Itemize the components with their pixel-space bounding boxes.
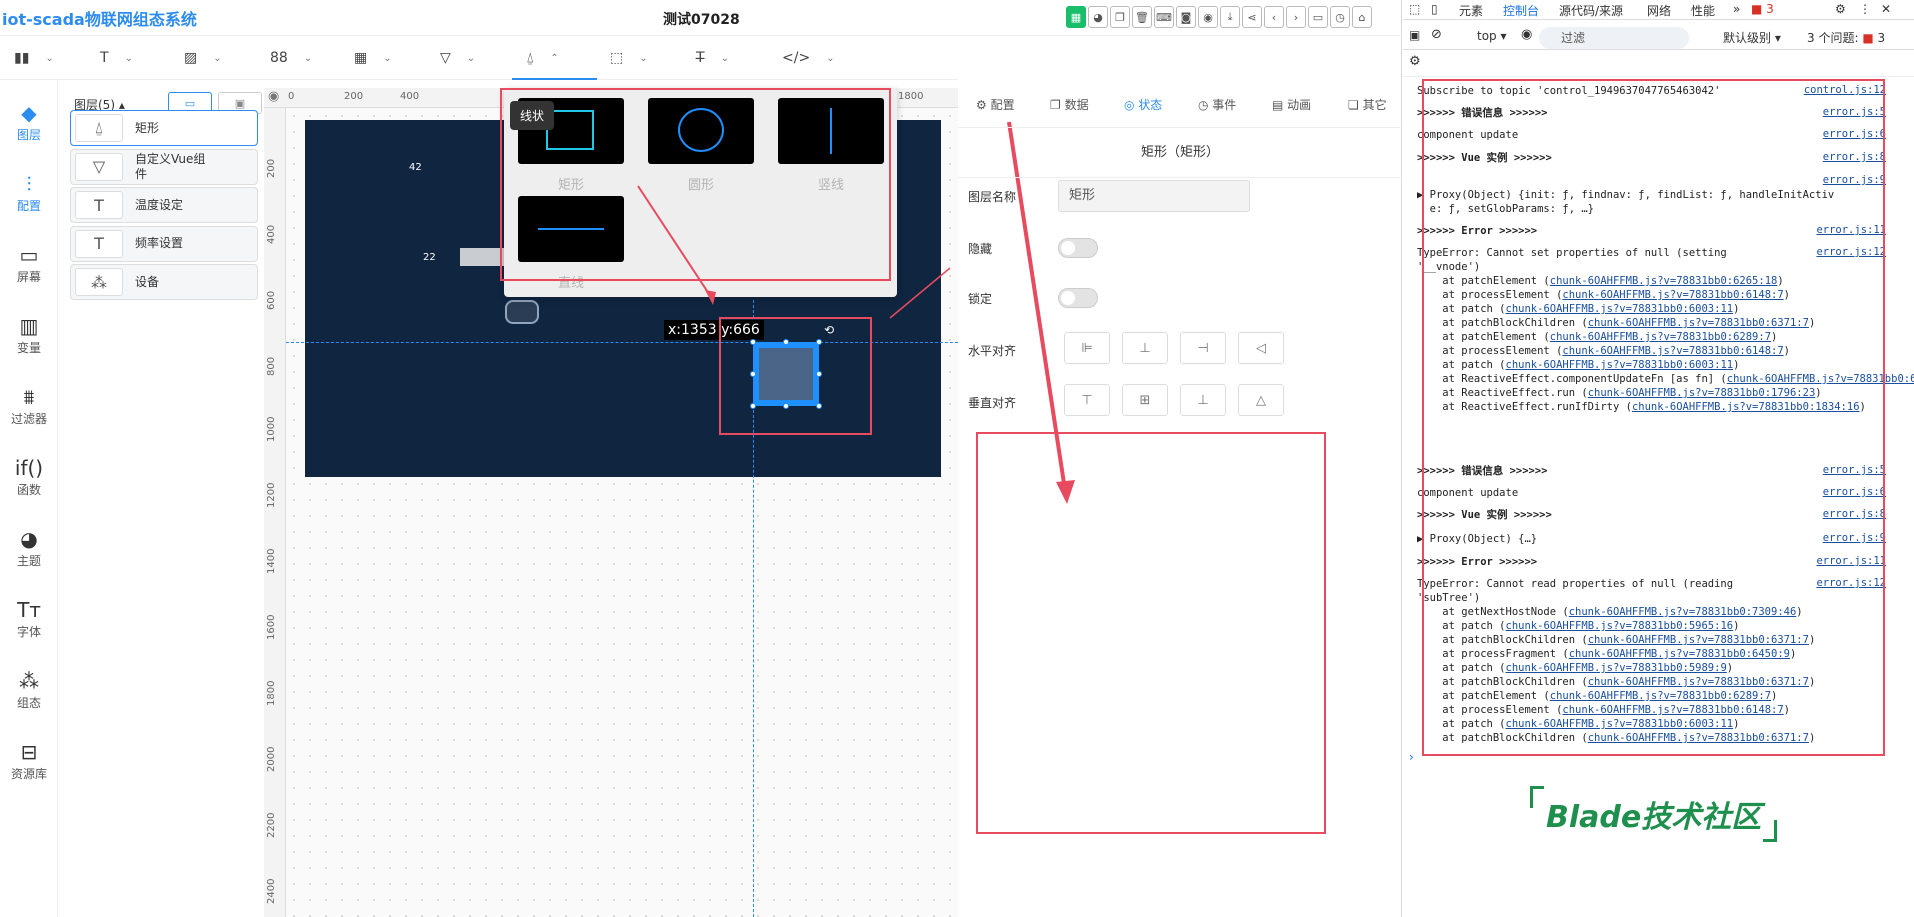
h-align-label: 水平对齐 (968, 344, 1017, 358)
console-prompt[interactable]: › (1409, 750, 1414, 764)
tab-elements[interactable]: 元素 (1459, 2, 1483, 19)
align-left-button[interactable]: ⊫ (1064, 332, 1110, 364)
tab-data[interactable]: ❐ 数据 (1050, 96, 1089, 113)
tab-state[interactable]: ◎ 状态 (1124, 96, 1162, 113)
properties-panel: ⚙ 配置 ❐ 数据 ◎ 状态 ◷ 事件 ▤ 动画 ❏ 其它 矩形（矩形） 图层名… (958, 80, 1402, 917)
tab-performance[interactable]: 性能 (1691, 2, 1715, 19)
clear-icon[interactable]: ⊘ (1431, 27, 1442, 42)
sidebar-icon[interactable]: ▣ (1409, 28, 1420, 42)
layer-name-label: 图层名称 (968, 190, 1017, 204)
hide-toggle[interactable] (1058, 238, 1098, 258)
error-badge[interactable]: ■ 3 (1751, 2, 1774, 16)
lock-label: 锁定 (968, 292, 993, 306)
settings-icon[interactable]: ⚙ (1835, 2, 1846, 16)
tab-config[interactable]: ⚙ 配置 (976, 96, 1015, 113)
console-filter-input[interactable]: 过滤 (1539, 27, 1689, 49)
tab-console[interactable]: 控制台 (1503, 2, 1539, 19)
context-select[interactable]: top ▾ (1477, 29, 1507, 43)
hide-label: 隐藏 (968, 242, 993, 256)
align-center-button[interactable]: ⊥ (1122, 332, 1168, 364)
annotation-box (1422, 79, 1885, 756)
v-align-label: 垂直对齐 (968, 396, 1017, 410)
tab-other[interactable]: ❏ 其它 (1348, 96, 1387, 113)
close-icon[interactable]: ✕ (1881, 2, 1891, 16)
more-tabs-icon[interactable]: » (1733, 2, 1740, 16)
device-toggle-icon[interactable]: ▯ (1431, 2, 1438, 16)
tab-animation[interactable]: ▤ 动画 (1272, 96, 1311, 113)
devtools-tabs: ⬚ ▯ 元素 控制台 源代码/来源 网络 性能 » ■ 3 ⚙ ⋮ ✕ (1403, 0, 1914, 20)
divider (1403, 76, 1914, 77)
eye-icon[interactable]: ◉ (1521, 27, 1532, 42)
lock-toggle[interactable] (1058, 288, 1098, 308)
distribute-h-button[interactable]: ◁ (1238, 332, 1284, 364)
scada-editor: iot-scada物联网组态系统 测试07028 ▦ ◕ ❐ 🗑 ⌨ ◙ ◉ ⤓… (0, 0, 1402, 917)
distribute-v-button[interactable]: △ (1238, 384, 1284, 416)
annotation-box (976, 432, 1326, 834)
watermark-logo: Blade技术社区 (1530, 786, 1778, 842)
tab-network[interactable]: 网络 (1647, 2, 1671, 19)
align-middle-button[interactable]: ⊞ (1122, 384, 1168, 416)
more-icon[interactable]: ⋮ (1859, 2, 1871, 16)
tab-sources[interactable]: 源代码/来源 (1559, 2, 1623, 19)
align-right-button[interactable]: ⊣ (1180, 332, 1226, 364)
settings-icon[interactable]: ⚙ (1409, 54, 1421, 69)
layer-name-input[interactable]: 矩形 (1058, 180, 1250, 212)
log-level-select[interactable]: 默认级别 ▾ (1723, 29, 1781, 46)
inspect-icon[interactable]: ⬚ (1409, 2, 1420, 16)
props-heading: 矩形（矩形） (958, 128, 1402, 178)
tab-event[interactable]: ◷ 事件 (1198, 96, 1236, 113)
align-top-button[interactable]: ⊤ (1064, 384, 1110, 416)
props-tabs: ⚙ 配置 ❐ 数据 ◎ 状态 ◷ 事件 ▤ 动画 ❏ 其它 (958, 80, 1402, 128)
issues-count[interactable]: 3 个问题: ■ 3 (1807, 29, 1885, 46)
devtools-panel: ⬚ ▯ 元素 控制台 源代码/来源 网络 性能 » ■ 3 ⚙ ⋮ ✕ ▣ ⊘ … (1403, 0, 1914, 917)
align-bottom-button[interactable]: ⊥ (1180, 384, 1226, 416)
